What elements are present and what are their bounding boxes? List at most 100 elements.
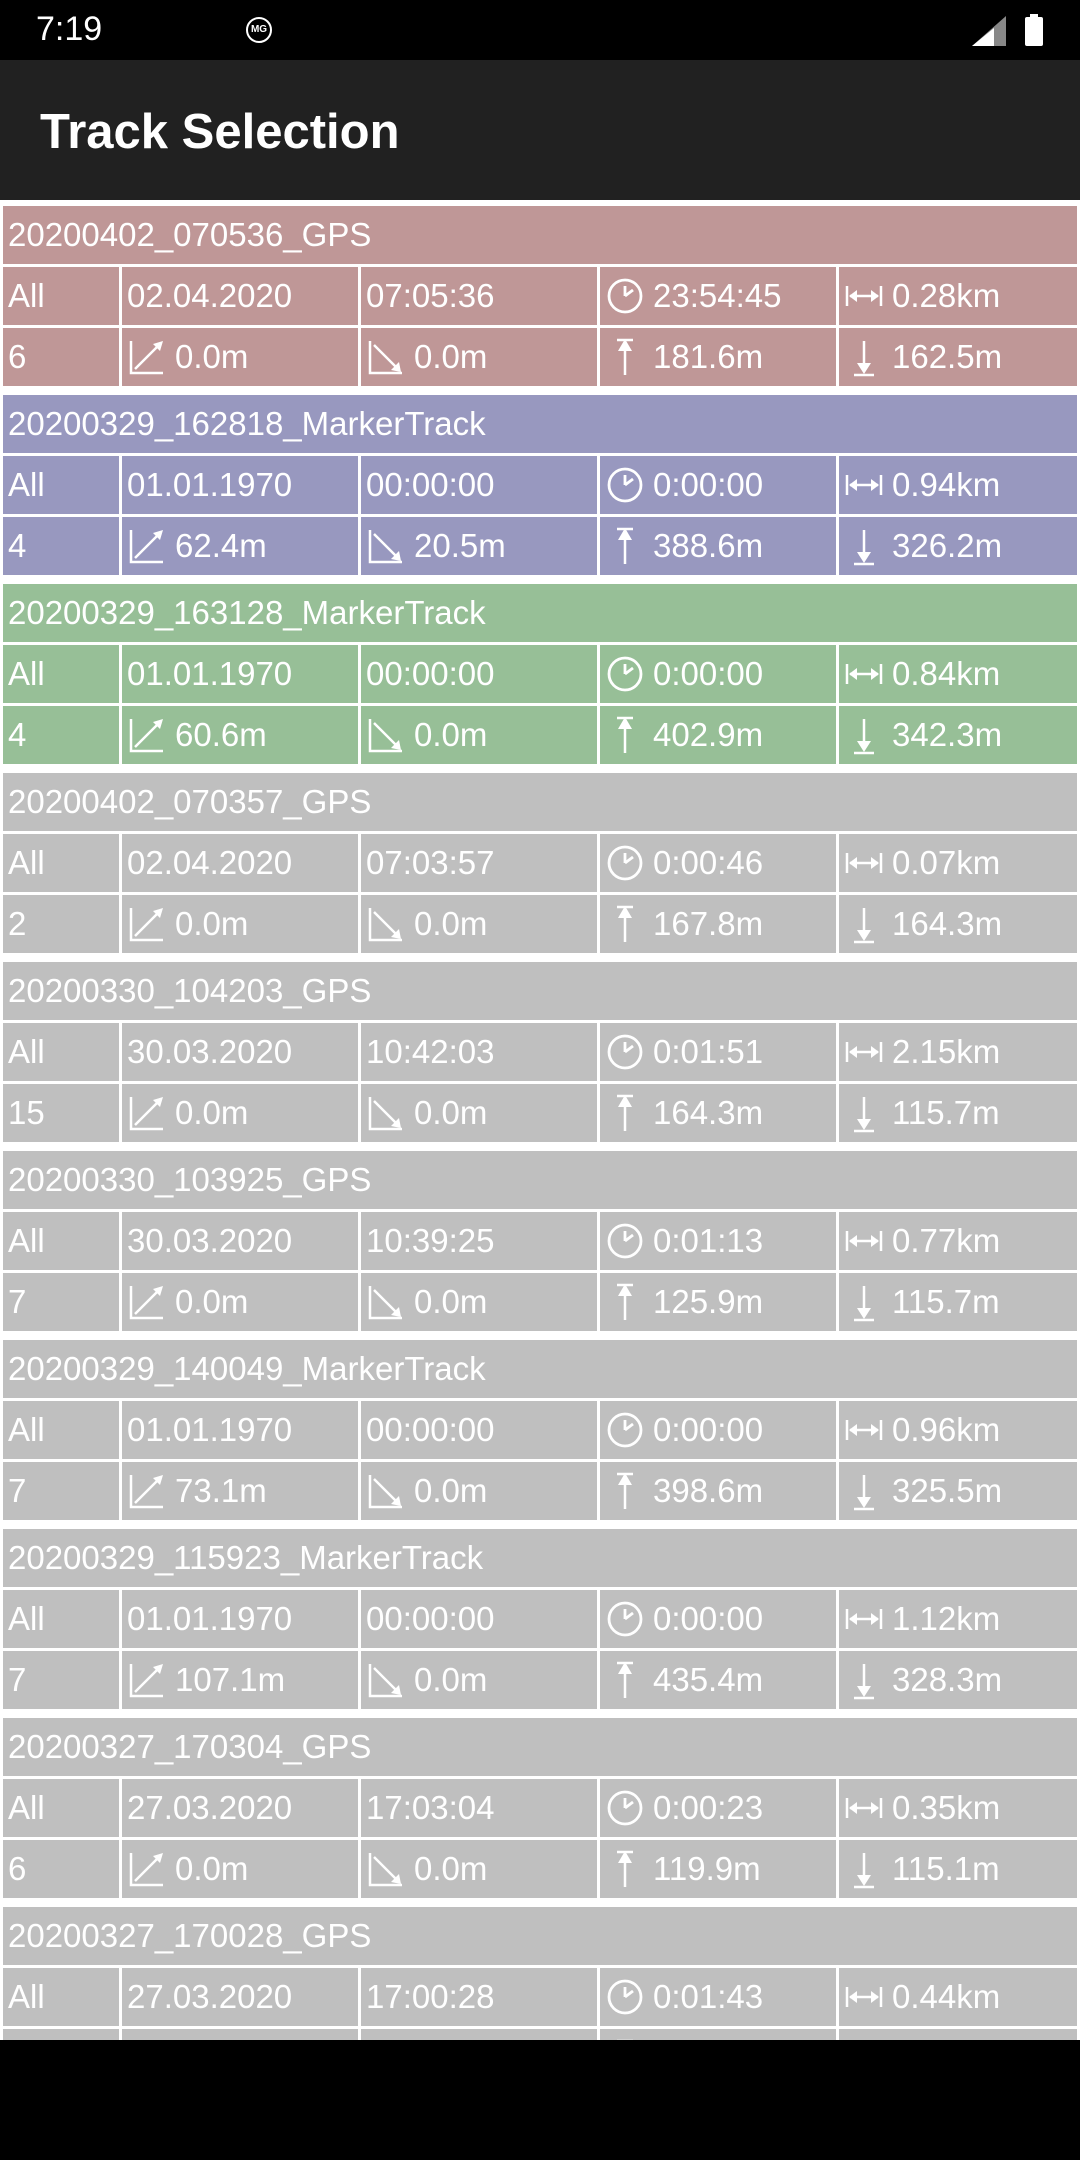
track-duration-value: 23:54:45 [653,277,782,314]
track-info-row: All 30.03.2020 10:42:03 0:01:51 2.15km [0,1023,1080,1081]
track-descent: 0.0m [361,1462,597,1520]
track-item[interactable]: 20200330_104203_GPS All 30.03.2020 10:42:03… [0,962,1080,1142]
track-point-count: 6 [3,328,119,386]
track-item[interactable]: 20200329_115923_MarkerTrack All 01.01.1970… [0,1529,1080,1709]
track-point-count: 4 [3,706,119,764]
track-point-count: 6 [3,1840,119,1898]
track-min-altitude: 326.2m [839,517,1077,575]
track-date: 30.03.2020 [122,1023,358,1081]
track-descent [361,2029,597,2040]
clock-icon [605,1599,645,1639]
clock-icon [605,1977,645,2017]
track-distance-value: 0.07km [892,844,1001,881]
track-elevation-row: 2 0.0m 0.0m 167.8m 164.3m [0,895,1080,953]
status-time: 7:19 [36,10,103,48]
track-distance: 2.15km [839,1023,1077,1081]
track-min-altitude [839,2029,1077,2040]
track-point-count: 2 [3,895,119,953]
track-point-count-value: 7 [8,1661,27,1698]
track-min-altitude-value: 115.7m [892,1094,1000,1131]
track-info-row: All 01.01.1970 00:00:00 0:00:00 0.96km [0,1401,1080,1459]
track-date: 27.03.2020 [122,1779,358,1837]
ascent-icon [127,1849,167,1889]
track-max-altitude-value: 435.4m [653,1661,764,1698]
track-duration: 0:00:00 [600,645,836,703]
clock-icon [605,1221,645,1261]
track-time: 10:39:25 [361,1212,597,1270]
track-time-value: 00:00:00 [366,466,495,503]
track-time-value: 00:00:00 [366,1600,495,1637]
track-mode-value: All [8,1222,45,1259]
track-ascent: 62.4m [122,517,358,575]
track-max-altitude [600,2029,836,2040]
track-date-value: 01.01.1970 [127,655,293,692]
track-item[interactable]: 20200329_162818_MarkerTrack All 01.01.1970… [0,395,1080,575]
track-time-value: 00:00:00 [366,655,495,692]
track-item[interactable]: 20200329_140049_MarkerTrack All 01.01.1970… [0,1340,1080,1520]
track-date: 01.01.1970 [122,1590,358,1648]
track-info-row: All 27.03.2020 17:03:04 0:00:23 0.35km [0,1779,1080,1837]
track-elevation-row: 6 0.0m 0.0m 181.6m 162.5m [0,328,1080,386]
clock-icon [605,1410,645,1450]
track-min-altitude: 115.1m [839,1840,1077,1898]
track-item[interactable]: 20200327_170304_GPS All 27.03.2020 17:03:04… [0,1718,1080,1898]
track-time: 17:00:28 [361,1968,597,2026]
descent-icon [366,715,406,755]
track-elevation-row: 7 73.1m 0.0m 398.6m 325.5m [0,1462,1080,1520]
clock-icon [605,276,645,316]
track-distance-value: 0.77km [892,1222,1001,1259]
track-ascent: 0.0m [122,1273,358,1331]
track-date-value: 02.04.2020 [127,277,293,314]
track-time: 00:00:00 [361,1590,597,1648]
track-item[interactable]: 20200327_170028_GPS All 27.03.2020 17:00:28… [0,1907,1080,2040]
page-title: Track Selection [40,105,400,159]
app-bar: Track Selection [0,60,1080,200]
track-mode: All [3,456,119,514]
track-info-row: All 01.01.1970 00:00:00 0:00:00 0.94km [0,456,1080,514]
track-mode: All [3,1401,119,1459]
track-list[interactable]: 20200402_070536_GPS All 02.04.2020 07:05:36… [0,200,1080,2040]
max-altitude-icon [605,1093,645,1133]
max-altitude-icon [605,526,645,566]
track-descent: 0.0m [361,328,597,386]
track-info-row: All 27.03.2020 17:00:28 0:01:43 0.44km [0,1968,1080,2026]
track-item[interactable]: 20200330_103925_GPS All 30.03.2020 10:39:25… [0,1151,1080,1331]
track-duration: 0:00:46 [600,834,836,892]
track-elevation-row [0,2029,1080,2040]
track-descent-value: 0.0m [414,1472,488,1509]
track-mode-value: All [8,1978,45,2015]
track-max-altitude-value: 398.6m [653,1472,764,1509]
track-max-altitude: 164.3m [600,1084,836,1142]
track-point-count-value: 15 [8,1094,45,1131]
track-ascent: 0.0m [122,1084,358,1142]
track-mode: All [3,834,119,892]
track-ascent: 0.0m [122,1840,358,1898]
track-max-altitude: 402.9m [600,706,836,764]
track-elevation-row: 4 60.6m 0.0m 402.9m 342.3m [0,706,1080,764]
track-descent: 0.0m [361,1273,597,1331]
track-item[interactable]: 20200329_163128_MarkerTrack All 01.01.1970… [0,584,1080,764]
track-mode-value: All [8,1600,45,1637]
track-date-value: 01.01.1970 [127,1600,293,1637]
track-point-count: 15 [3,1084,119,1142]
track-item[interactable]: 20200402_070536_GPS All 02.04.2020 07:05:36… [0,206,1080,386]
track-duration-value: 0:00:46 [653,844,764,881]
track-point-count: 7 [3,1462,119,1520]
track-item[interactable]: 20200402_070357_GPS All 02.04.2020 07:03:57… [0,773,1080,953]
track-min-altitude-value: 164.3m [892,905,1003,942]
track-max-altitude-value: 402.9m [653,716,764,753]
distance-icon [844,1977,884,2017]
track-descent-value: 0.0m [414,338,488,375]
ascent-icon [127,1093,167,1133]
track-min-altitude: 325.5m [839,1462,1077,1520]
track-descent: 0.0m [361,1651,597,1709]
min-altitude-icon [844,904,884,944]
track-max-altitude-value: 181.6m [653,338,764,375]
max-altitude-icon [605,1471,645,1511]
track-time: 07:03:57 [361,834,597,892]
track-min-altitude: 342.3m [839,706,1077,764]
track-min-altitude-value: 325.5m [892,1472,1003,1509]
track-date-value: 02.04.2020 [127,844,293,881]
track-min-altitude-value: 342.3m [892,716,1003,753]
track-descent-value: 0.0m [414,716,488,753]
